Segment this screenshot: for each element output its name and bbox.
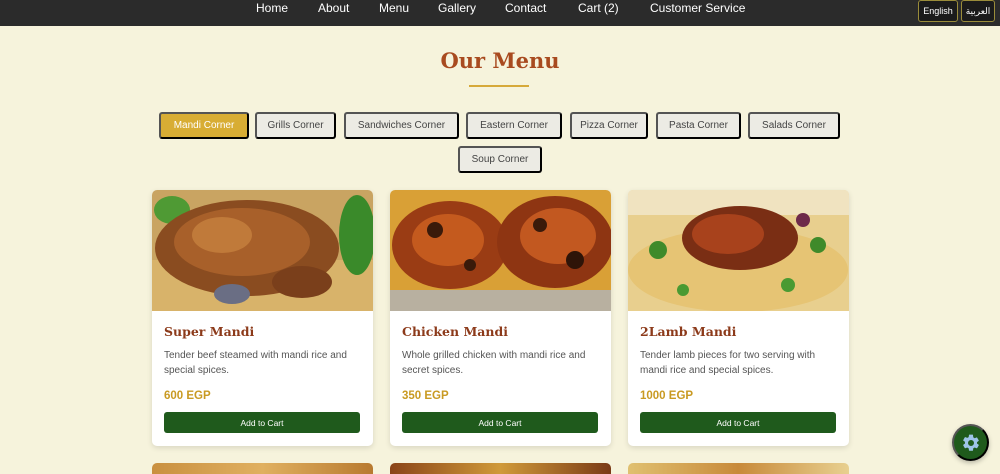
food-image — [628, 190, 849, 311]
tab-pizza-corner[interactable]: Pizza Corner — [570, 112, 648, 139]
tab-sandwiches-corner[interactable]: Sandwiches Corner — [344, 112, 459, 139]
tab-salads-corner[interactable]: Salads Corner — [748, 112, 840, 139]
nav-home[interactable]: Home — [256, 1, 288, 15]
item-name: Super Mandi — [164, 324, 255, 339]
gear-icon — [962, 434, 979, 451]
nav-contact[interactable]: Contact — [505, 1, 546, 15]
food-image — [152, 190, 373, 311]
add-to-cart-button[interactable]: Add to Cart — [164, 412, 360, 433]
food-image — [390, 190, 611, 311]
item-price: 350 EGP — [402, 390, 449, 402]
tab-mandi-corner[interactable]: Mandi Corner — [159, 112, 249, 139]
main-nav: Home About Menu Gallery Contact Cart (2)… — [0, 0, 1000, 26]
add-to-cart-button[interactable]: Add to Cart — [402, 412, 598, 433]
tab-pasta-corner[interactable]: Pasta Corner — [656, 112, 741, 139]
item-description: Tender beef steamed with mandi rice and … — [164, 350, 347, 376]
add-to-cart-button[interactable]: Add to Cart — [640, 412, 836, 433]
nav-cart[interactable]: Cart (2) — [578, 1, 619, 15]
nav-gallery[interactable]: Gallery — [438, 1, 476, 15]
item-price: 1000 EGP — [640, 390, 694, 402]
lang-english-button[interactable]: English — [918, 0, 958, 22]
next-card-image-peek — [628, 463, 849, 474]
tab-eastern-corner[interactable]: Eastern Corner — [466, 112, 562, 139]
item-name: Chicken Mandi — [402, 324, 508, 339]
nav-customer-service[interactable]: Customer Service — [650, 1, 745, 15]
item-price: 600 EGP — [164, 390, 211, 402]
item-description: Whole grilled chicken with mandi rice an… — [402, 350, 586, 376]
item-description: Tender lamb pieces for two serving with … — [640, 350, 816, 376]
item-name: 2Lamb Mandi — [640, 324, 737, 339]
nav-about[interactable]: About — [318, 1, 349, 15]
menu-card: Super Mandi Tender beef steamed with man… — [152, 190, 373, 446]
settings-fab-button[interactable] — [952, 424, 989, 461]
page-title: Our Menu — [440, 48, 560, 73]
nav-menu[interactable]: Menu — [379, 1, 409, 15]
menu-card: 2Lamb Mandi Tender lamb pieces for two s… — [628, 190, 849, 446]
menu-card: Chicken Mandi Whole grilled chicken with… — [390, 190, 611, 446]
lang-arabic-button[interactable]: العربية — [961, 0, 995, 22]
tab-soup-corner[interactable]: Soup Corner — [458, 146, 542, 173]
title-underline — [469, 85, 529, 87]
next-card-image-peek — [152, 463, 373, 474]
next-card-image-peek — [390, 463, 611, 474]
tab-grills-corner[interactable]: Grills Corner — [255, 112, 336, 139]
